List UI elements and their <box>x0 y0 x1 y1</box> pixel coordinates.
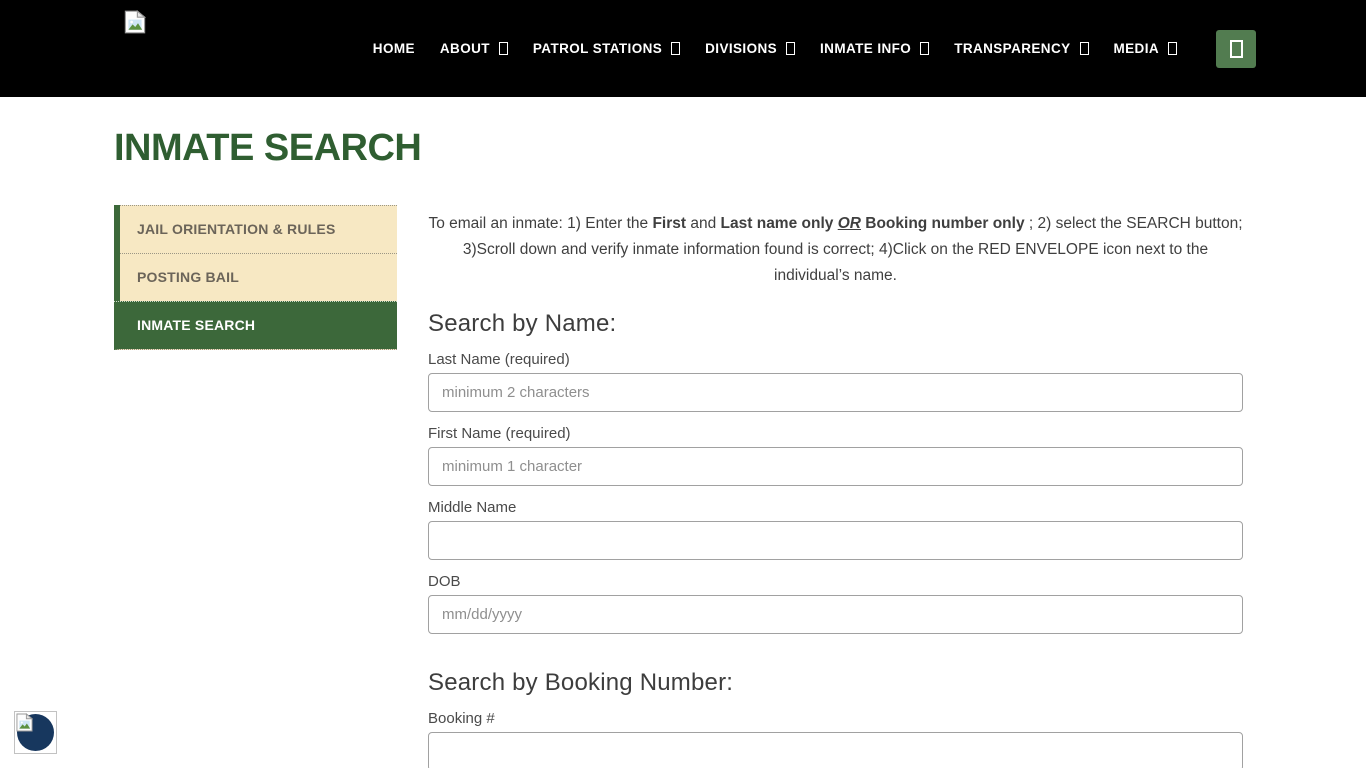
dropdown-caret-icon <box>786 42 795 55</box>
nav-item-label: MEDIA <box>1114 41 1160 56</box>
search-by-booking-heading: Search by Booking Number: <box>428 669 1243 697</box>
content-row: JAIL ORIENTATION & RULES POSTING BAIL IN… <box>114 205 1243 768</box>
accessibility-widget-button[interactable] <box>14 711 57 754</box>
last-name-input[interactable] <box>428 373 1243 412</box>
first-name-field-group: First Name (required) <box>428 425 1243 486</box>
nav-item-label: DIVISIONS <box>705 41 777 56</box>
middle-name-label: Middle Name <box>428 499 1243 516</box>
dropdown-caret-icon <box>1168 42 1177 55</box>
nav-item-divisions[interactable]: DIVISIONS <box>705 41 795 56</box>
nav-item-label: HOME <box>373 41 415 56</box>
broken-image-icon <box>124 10 146 34</box>
sidebar-item-posting-bail[interactable]: POSTING BAIL <box>120 253 397 301</box>
booking-number-field-group: Booking # <box>428 710 1243 768</box>
instructions-or-emphasis: OR <box>838 215 861 232</box>
sidebar-item-inmate-search[interactable]: INMATE SEARCH <box>114 301 397 349</box>
main-content: To email an inmate: 1) Enter the First a… <box>428 205 1243 768</box>
main-nav-menu: HOME ABOUT PATROL STATIONS DIVISIONS INM… <box>373 0 1256 97</box>
top-nav-bar: HOME ABOUT PATROL STATIONS DIVISIONS INM… <box>0 0 1366 97</box>
dropdown-caret-icon <box>671 42 680 55</box>
nav-item-label: PATROL STATIONS <box>533 41 662 56</box>
nav-item-label: ABOUT <box>440 41 490 56</box>
dropdown-caret-icon <box>920 42 929 55</box>
sidebar-item-label: JAIL ORIENTATION & RULES <box>137 221 335 237</box>
dob-input[interactable] <box>428 595 1243 634</box>
instructions-bold-booking: Booking number only <box>861 215 1025 232</box>
instructions-bold-first: First <box>652 215 686 232</box>
middle-name-field-group: Middle Name <box>428 499 1243 560</box>
broken-image-icon <box>16 713 33 737</box>
nav-item-label: INMATE INFO <box>820 41 911 56</box>
email-inmate-instructions: To email an inmate: 1) Enter the First a… <box>428 205 1243 289</box>
sidebar-item-jail-orientation-rules[interactable]: JAIL ORIENTATION & RULES <box>120 205 397 253</box>
booking-number-input[interactable] <box>428 732 1243 768</box>
nav-item-patrol-stations[interactable]: PATROL STATIONS <box>533 41 680 56</box>
booking-number-label: Booking # <box>428 710 1243 727</box>
sidebar-menu: JAIL ORIENTATION & RULES POSTING BAIL IN… <box>114 205 397 350</box>
nav-item-inmate-info[interactable]: INMATE INFO <box>820 41 929 56</box>
dropdown-caret-icon <box>1080 42 1089 55</box>
sidebar-item-label: INMATE SEARCH <box>137 317 255 333</box>
nav-item-transparency[interactable]: TRANSPARENCY <box>954 41 1088 56</box>
last-name-field-group: Last Name (required) <box>428 351 1243 412</box>
nav-search-button[interactable] <box>1216 30 1256 68</box>
instructions-text: and <box>686 215 720 232</box>
instructions-text: To email an inmate: 1) Enter the <box>428 215 652 232</box>
search-icon <box>1230 40 1243 58</box>
nav-item-label: TRANSPARENCY <box>954 41 1070 56</box>
site-logo-broken-image-icon[interactable] <box>124 10 146 34</box>
nav-item-home[interactable]: HOME <box>373 41 415 56</box>
first-name-input[interactable] <box>428 447 1243 486</box>
sidebar-item-label: POSTING BAIL <box>137 269 239 285</box>
page-title: INMATE SEARCH <box>114 127 1366 170</box>
dob-field-group: DOB <box>428 573 1243 634</box>
dob-label: DOB <box>428 573 1243 590</box>
nav-item-media[interactable]: MEDIA <box>1114 41 1178 56</box>
middle-name-input[interactable] <box>428 521 1243 560</box>
dropdown-caret-icon <box>499 42 508 55</box>
last-name-label: Last Name (required) <box>428 351 1243 368</box>
nav-item-about[interactable]: ABOUT <box>440 41 508 56</box>
search-by-name-heading: Search by Name: <box>428 310 1243 338</box>
instructions-bold-last-name: Last name only <box>721 215 838 232</box>
first-name-label: First Name (required) <box>428 425 1243 442</box>
